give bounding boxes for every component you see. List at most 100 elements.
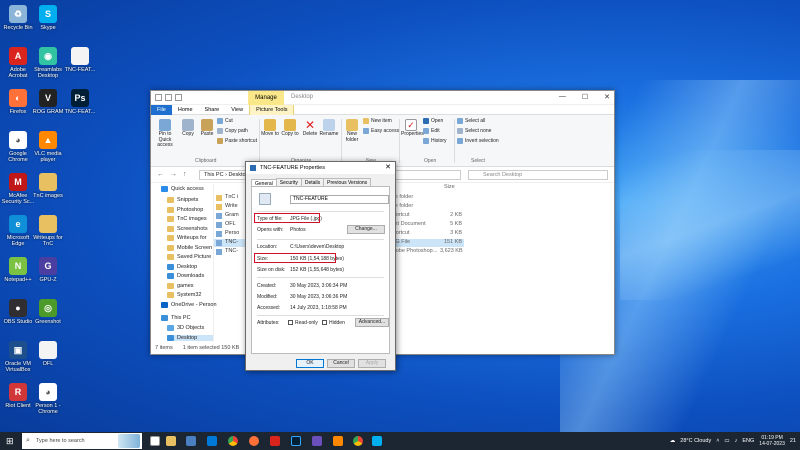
nav-item[interactable]: Saved Picture	[167, 254, 211, 260]
invert-selection-button[interactable]: Invert selection	[457, 138, 499, 144]
easy-access-button[interactable]: Easy access	[363, 128, 399, 134]
nav-3d-objects[interactable]: 3D Objects	[167, 325, 204, 331]
tab-manage[interactable]: Manage	[248, 91, 284, 105]
skype-taskbar-icon[interactable]	[372, 436, 382, 446]
desktop-icon[interactable]: Ps TNC-FEAT...	[63, 89, 97, 115]
close-icon[interactable]: ✕	[385, 162, 391, 174]
chevron-up-icon[interactable]: ˄	[716, 438, 719, 444]
file-explorer-taskbar-icon[interactable]	[166, 436, 176, 446]
pin-quick-access-button[interactable]: Pin to Quick access	[153, 117, 177, 149]
desktop-icon[interactable]: G GPU-Z	[31, 257, 65, 283]
desktop-icon[interactable]: TNC-FEAT...	[63, 47, 97, 73]
advanced-button[interactable]: Advanced...	[355, 318, 389, 327]
nav-this-pc[interactable]: This PC	[161, 315, 191, 321]
language-indicator[interactable]: ENG	[742, 438, 754, 444]
nav-onedrive[interactable]: OneDrive - Person	[161, 302, 217, 308]
desktop-icon[interactable]: ◕ Person 1 - Chrome	[31, 383, 65, 415]
readonly-checkbox[interactable]: Read-only	[288, 320, 318, 326]
open-button[interactable]: Open	[423, 118, 443, 124]
firefox-taskbar-icon[interactable]	[249, 436, 259, 446]
cancel-button[interactable]: Cancel	[327, 359, 355, 368]
desktop-icon[interactable]: ◉ Streamlabs Desktop	[31, 47, 65, 79]
desktop-icon[interactable]: TnC images	[31, 173, 65, 199]
desktop-icon[interactable]: OFL	[31, 341, 65, 367]
nav-item[interactable]: Writeups for	[167, 235, 207, 241]
clock[interactable]: 01:19 PM 14-07-2023	[759, 435, 785, 447]
desktop-icon[interactable]: S Skype	[31, 5, 65, 31]
select-all-button[interactable]: Select all	[457, 118, 485, 124]
history-button[interactable]: History	[423, 138, 447, 144]
close-icon[interactable]: ✕	[604, 93, 610, 101]
desktop-icon[interactable]: ◎ Greenshot	[31, 299, 65, 325]
paste-shortcut-button[interactable]: Paste shortcut	[217, 138, 257, 144]
new-item-button[interactable]: New item	[363, 118, 392, 124]
change-button[interactable]: Change...	[347, 225, 385, 234]
tab-home[interactable]: Home	[172, 105, 199, 115]
new-folder-icon[interactable]	[175, 94, 182, 101]
windows-start-icon[interactable]: ⊞	[6, 436, 14, 447]
nav-item[interactable]: Mobile Screen	[167, 244, 212, 251]
tab-view[interactable]: View	[225, 105, 249, 115]
acrobat-taskbar-icon[interactable]	[270, 436, 280, 446]
nav-item[interactable]: Photoshop	[167, 206, 203, 213]
tab-share[interactable]: Share	[199, 105, 226, 115]
chrome-profile-taskbar-icon[interactable]	[353, 436, 363, 446]
back-arrow-icon[interactable]: ←	[157, 171, 164, 178]
photoshop-taskbar-icon[interactable]	[291, 436, 301, 446]
desktop-icon[interactable]: ♻ Recycle Bin	[1, 5, 35, 31]
hidden-checkbox[interactable]: Hidden	[322, 320, 345, 326]
desktop-icon[interactable]: R Riot Client	[1, 383, 35, 409]
weather-text[interactable]: 28°C Cloudy	[680, 438, 711, 444]
rename-button[interactable]: Rename	[319, 117, 339, 138]
desktop-icon[interactable]: ● OBS Studio	[1, 299, 35, 325]
vlc-taskbar-icon[interactable]	[333, 436, 343, 446]
maximize-icon[interactable]: ☐	[582, 93, 588, 101]
ok-button[interactable]: OK	[296, 359, 324, 368]
folder-icon[interactable]	[155, 94, 162, 101]
nav-item[interactable]: games	[167, 282, 194, 289]
desktop-icon[interactable]: M McAfee Security Sc...	[1, 173, 35, 205]
up-arrow-icon[interactable]: ↑	[183, 171, 187, 178]
volume-icon[interactable]: ♪	[735, 438, 738, 444]
properties-icon[interactable]	[165, 94, 172, 101]
nav-item[interactable]: Downloads	[167, 273, 204, 279]
nav-quick-access[interactable]: Quick access	[161, 186, 204, 192]
search-input[interactable]: Search Desktop	[468, 170, 608, 180]
desktop-icon[interactable]: ▲ VLC media player	[31, 131, 65, 163]
desktop-icon[interactable]: V ROG GRAM	[31, 89, 65, 115]
desktop-icon[interactable]: ◕ Google Chrome	[1, 131, 35, 163]
copy-button[interactable]: Copy	[179, 117, 197, 138]
desktop-icon[interactable]: e Microsoft Edge	[1, 215, 35, 247]
nav-item[interactable]: Screenshots	[167, 225, 208, 232]
move-to-button[interactable]: Move to	[261, 117, 279, 138]
cut-button[interactable]: Cut	[217, 118, 233, 124]
nav-item[interactable]: Snippets	[167, 197, 198, 203]
new-folder-button[interactable]: New folder	[343, 117, 361, 143]
filename-input[interactable]: TNC-FEATURE	[290, 195, 389, 204]
nav-item[interactable]: TnC images	[167, 216, 207, 222]
task-view-icon[interactable]	[150, 436, 160, 446]
tab-file[interactable]: File	[151, 104, 172, 115]
desktop-icon[interactable]: ▣ Oracle VM VirtualBox	[1, 341, 35, 373]
tab-picture-tools[interactable]: Picture Tools	[249, 104, 295, 115]
mail-icon[interactable]	[186, 436, 196, 446]
edit-button[interactable]: Edit	[423, 128, 440, 134]
desktop-icon[interactable]: A Adobe Acrobat	[1, 47, 35, 79]
forward-arrow-icon[interactable]: →	[170, 171, 177, 178]
desktop-icon[interactable]: N Notepad++	[1, 257, 35, 283]
copy-path-button[interactable]: Copy path	[217, 128, 248, 134]
properties-button[interactable]: ✓ Properties	[401, 117, 424, 138]
delete-button[interactable]: ✕ Delete	[301, 117, 319, 138]
nav-item[interactable]: System32	[167, 292, 201, 298]
chrome-taskbar-icon[interactable]	[228, 436, 238, 446]
copy-to-button[interactable]: Copy to	[281, 117, 299, 138]
apply-button[interactable]: Apply	[358, 359, 386, 368]
nav-item[interactable]: Desktop	[167, 263, 197, 270]
column-header-size[interactable]: Size	[444, 184, 455, 190]
store-icon[interactable]	[207, 436, 217, 446]
paste-button[interactable]: Paste	[198, 117, 216, 138]
select-none-button[interactable]: Select none	[457, 128, 491, 134]
notification-icon[interactable]: 21	[790, 438, 796, 444]
app-taskbar-icon[interactable]	[312, 436, 322, 446]
desktop-icon[interactable]: Writeups for TnC	[31, 215, 65, 247]
